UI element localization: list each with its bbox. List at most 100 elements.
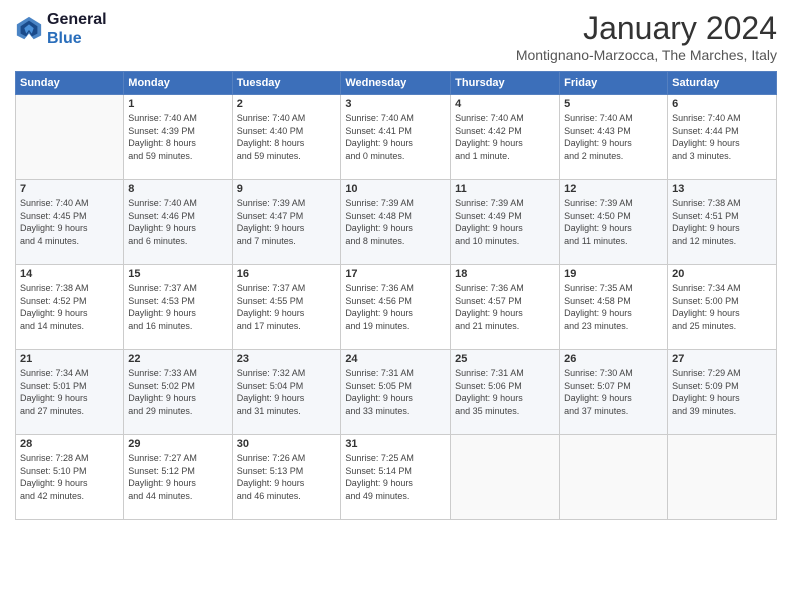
day-number: 26 xyxy=(564,353,663,365)
calendar-week-row: 21 Sunrise: 7:34 AM Sunset: 5:01 PM Dayli… xyxy=(16,350,777,435)
day-number: 16 xyxy=(237,268,337,280)
day-info: Sunrise: 7:40 AM Sunset: 4:45 PM Dayligh… xyxy=(20,197,119,247)
calendar-cell: 17 Sunrise: 7:36 AM Sunset: 4:56 PM Dayli… xyxy=(341,265,451,350)
day-number: 11 xyxy=(455,183,555,195)
day-info: Sunrise: 7:39 AM Sunset: 4:48 PM Dayligh… xyxy=(345,197,446,247)
col-header-sunday: Sunday xyxy=(16,72,124,95)
col-header-friday: Friday xyxy=(560,72,668,95)
calendar-cell: 3Sunrise: 7:40 AM Sunset: 4:41 PM Daylig… xyxy=(341,95,451,180)
calendar-week-row: 28 Sunrise: 7:28 AM Sunset: 5:10 PM Dayli… xyxy=(16,435,777,520)
calendar-cell: 24 Sunrise: 7:31 AM Sunset: 5:05 PM Dayli… xyxy=(341,350,451,435)
calendar-table: SundayMondayTuesdayWednesdayThursdayFrid… xyxy=(15,71,777,520)
day-number: 7 xyxy=(20,183,119,195)
day-info: Sunrise: 7:26 AM Sunset: 5:13 PM Dayligh… xyxy=(237,452,337,502)
day-info: Sunrise: 7:40 AM Sunset: 4:39 PM Dayligh… xyxy=(128,112,227,162)
calendar-cell: 1Sunrise: 7:40 AM Sunset: 4:39 PM Daylig… xyxy=(124,95,232,180)
logo-text: General Blue xyxy=(47,10,107,48)
calendar-cell: 8Sunrise: 7:40 AM Sunset: 4:46 PM Daylig… xyxy=(124,180,232,265)
day-info: Sunrise: 7:35 AM Sunset: 4:58 PM Dayligh… xyxy=(564,282,663,332)
day-number: 13 xyxy=(672,183,772,195)
day-number: 4 xyxy=(455,98,555,110)
day-info: Sunrise: 7:31 AM Sunset: 5:06 PM Dayligh… xyxy=(455,367,555,417)
calendar-cell: 11 Sunrise: 7:39 AM Sunset: 4:49 PM Dayli… xyxy=(451,180,560,265)
day-info: Sunrise: 7:40 AM Sunset: 4:46 PM Dayligh… xyxy=(128,197,227,247)
header: General Blue January 2024 Montignano-Mar… xyxy=(15,10,777,63)
day-number: 31 xyxy=(345,438,446,450)
title-block: January 2024 Montignano-Marzocca, The Ma… xyxy=(516,10,777,63)
calendar-cell: 12Sunrise: 7:39 AM Sunset: 4:50 PM Dayli… xyxy=(560,180,668,265)
day-info: Sunrise: 7:30 AM Sunset: 5:07 PM Dayligh… xyxy=(564,367,663,417)
calendar-cell: 27 Sunrise: 7:29 AM Sunset: 5:09 PM Dayli… xyxy=(668,350,777,435)
day-number: 27 xyxy=(672,353,772,365)
day-info: Sunrise: 7:34 AM Sunset: 5:00 PM Dayligh… xyxy=(672,282,772,332)
day-number: 6 xyxy=(672,98,772,110)
col-header-monday: Monday xyxy=(124,72,232,95)
calendar-cell: 20 Sunrise: 7:34 AM Sunset: 5:00 PM Dayli… xyxy=(668,265,777,350)
calendar-cell: 7 Sunrise: 7:40 AM Sunset: 4:45 PM Daylig… xyxy=(16,180,124,265)
day-number: 2 xyxy=(237,98,337,110)
logo-icon xyxy=(15,15,43,43)
calendar-cell: 9 Sunrise: 7:39 AM Sunset: 4:47 PM Daylig… xyxy=(232,180,341,265)
calendar-cell: 30 Sunrise: 7:26 AM Sunset: 5:13 PM Dayli… xyxy=(232,435,341,520)
day-info: Sunrise: 7:33 AM Sunset: 5:02 PM Dayligh… xyxy=(128,367,227,417)
day-info: Sunrise: 7:38 AM Sunset: 4:52 PM Dayligh… xyxy=(20,282,119,332)
day-info: Sunrise: 7:37 AM Sunset: 4:53 PM Dayligh… xyxy=(128,282,227,332)
day-number: 29 xyxy=(128,438,227,450)
day-number: 20 xyxy=(672,268,772,280)
calendar-header-row: SundayMondayTuesdayWednesdayThursdayFrid… xyxy=(16,72,777,95)
day-number: 21 xyxy=(20,353,119,365)
day-number: 22 xyxy=(128,353,227,365)
day-info: Sunrise: 7:28 AM Sunset: 5:10 PM Dayligh… xyxy=(20,452,119,502)
day-number: 9 xyxy=(237,183,337,195)
day-info: Sunrise: 7:32 AM Sunset: 5:04 PM Dayligh… xyxy=(237,367,337,417)
day-info: Sunrise: 7:40 AM Sunset: 4:42 PM Dayligh… xyxy=(455,112,555,162)
calendar-cell: 5 Sunrise: 7:40 AM Sunset: 4:43 PM Daylig… xyxy=(560,95,668,180)
day-number: 30 xyxy=(237,438,337,450)
day-info: Sunrise: 7:40 AM Sunset: 4:43 PM Dayligh… xyxy=(564,112,663,162)
calendar-week-row: 1Sunrise: 7:40 AM Sunset: 4:39 PM Daylig… xyxy=(16,95,777,180)
calendar-cell xyxy=(16,95,124,180)
calendar-week-row: 14 Sunrise: 7:38 AM Sunset: 4:52 PM Dayli… xyxy=(16,265,777,350)
calendar-cell: 28 Sunrise: 7:28 AM Sunset: 5:10 PM Dayli… xyxy=(16,435,124,520)
calendar-cell: 4 Sunrise: 7:40 AM Sunset: 4:42 PM Daylig… xyxy=(451,95,560,180)
col-header-tuesday: Tuesday xyxy=(232,72,341,95)
calendar-cell: 29 Sunrise: 7:27 AM Sunset: 5:12 PM Dayli… xyxy=(124,435,232,520)
logo: General Blue xyxy=(15,10,107,48)
day-number: 18 xyxy=(455,268,555,280)
day-info: Sunrise: 7:27 AM Sunset: 5:12 PM Dayligh… xyxy=(128,452,227,502)
day-number: 14 xyxy=(20,268,119,280)
day-info: Sunrise: 7:39 AM Sunset: 4:49 PM Dayligh… xyxy=(455,197,555,247)
day-number: 5 xyxy=(564,98,663,110)
col-header-saturday: Saturday xyxy=(668,72,777,95)
col-header-wednesday: Wednesday xyxy=(341,72,451,95)
calendar-cell: 10Sunrise: 7:39 AM Sunset: 4:48 PM Dayli… xyxy=(341,180,451,265)
day-info: Sunrise: 7:36 AM Sunset: 4:56 PM Dayligh… xyxy=(345,282,446,332)
day-info: Sunrise: 7:29 AM Sunset: 5:09 PM Dayligh… xyxy=(672,367,772,417)
calendar-cell: 14 Sunrise: 7:38 AM Sunset: 4:52 PM Dayli… xyxy=(16,265,124,350)
day-info: Sunrise: 7:40 AM Sunset: 4:41 PM Dayligh… xyxy=(345,112,446,162)
calendar-cell: 2Sunrise: 7:40 AM Sunset: 4:40 PM Daylig… xyxy=(232,95,341,180)
day-number: 17 xyxy=(345,268,446,280)
day-info: Sunrise: 7:34 AM Sunset: 5:01 PM Dayligh… xyxy=(20,367,119,417)
day-number: 19 xyxy=(564,268,663,280)
calendar-cell: 21 Sunrise: 7:34 AM Sunset: 5:01 PM Dayli… xyxy=(16,350,124,435)
day-info: Sunrise: 7:38 AM Sunset: 4:51 PM Dayligh… xyxy=(672,197,772,247)
day-number: 24 xyxy=(345,353,446,365)
col-header-thursday: Thursday xyxy=(451,72,560,95)
calendar-cell: 22 Sunrise: 7:33 AM Sunset: 5:02 PM Dayli… xyxy=(124,350,232,435)
calendar-cell: 18 Sunrise: 7:36 AM Sunset: 4:57 PM Dayli… xyxy=(451,265,560,350)
day-info: Sunrise: 7:39 AM Sunset: 4:47 PM Dayligh… xyxy=(237,197,337,247)
location-title: Montignano-Marzocca, The Marches, Italy xyxy=(516,47,777,63)
day-info: Sunrise: 7:25 AM Sunset: 5:14 PM Dayligh… xyxy=(345,452,446,502)
day-number: 15 xyxy=(128,268,227,280)
logo-general: General xyxy=(47,11,107,28)
calendar-week-row: 7 Sunrise: 7:40 AM Sunset: 4:45 PM Daylig… xyxy=(16,180,777,265)
calendar-cell: 23Sunrise: 7:32 AM Sunset: 5:04 PM Dayli… xyxy=(232,350,341,435)
calendar-cell xyxy=(668,435,777,520)
day-info: Sunrise: 7:31 AM Sunset: 5:05 PM Dayligh… xyxy=(345,367,446,417)
day-number: 28 xyxy=(20,438,119,450)
day-info: Sunrise: 7:37 AM Sunset: 4:55 PM Dayligh… xyxy=(237,282,337,332)
calendar-cell: 6Sunrise: 7:40 AM Sunset: 4:44 PM Daylig… xyxy=(668,95,777,180)
day-info: Sunrise: 7:36 AM Sunset: 4:57 PM Dayligh… xyxy=(455,282,555,332)
month-title: January 2024 xyxy=(516,10,777,47)
